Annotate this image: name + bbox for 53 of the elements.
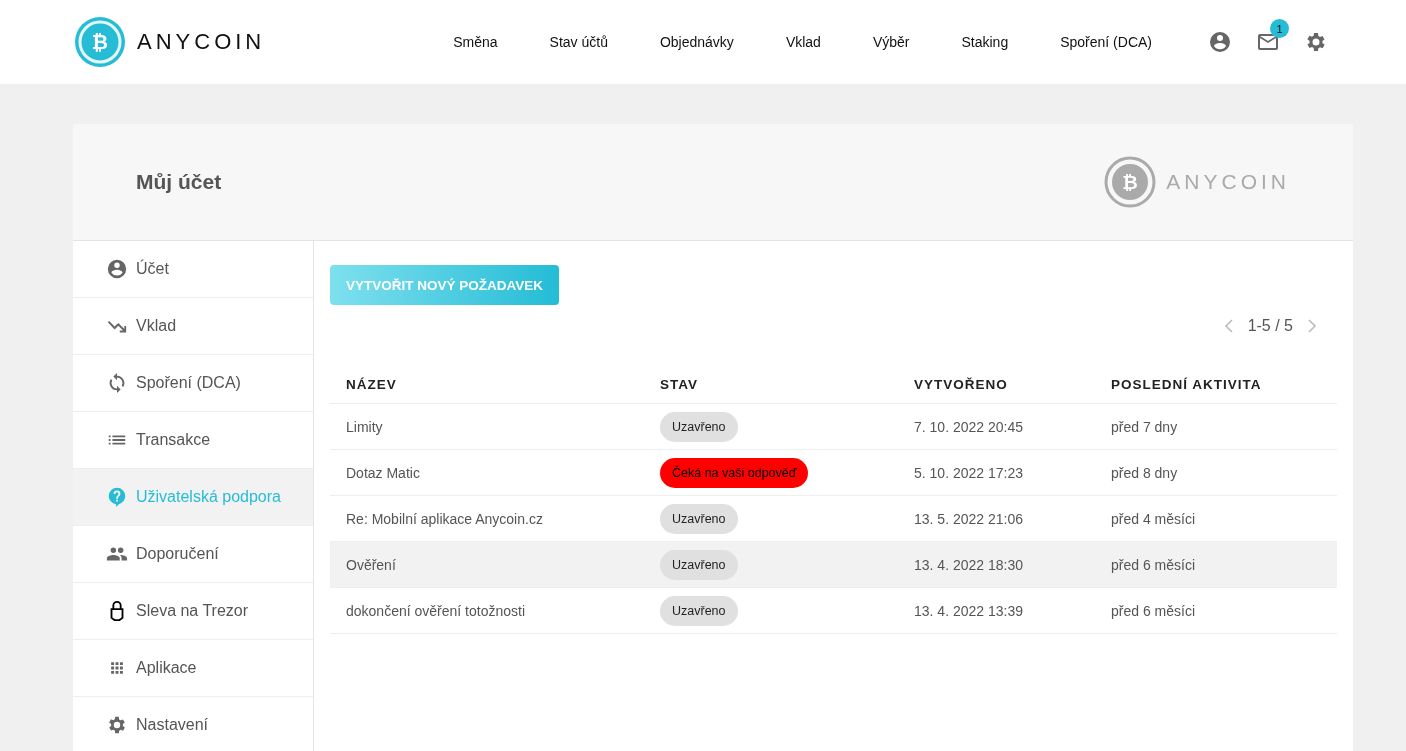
sidebar-item[interactable]: Aplikace	[73, 640, 313, 697]
sidebar-item[interactable]: Účet	[73, 241, 313, 298]
help-icon	[106, 486, 128, 508]
status-badge: Uzavřeno	[660, 411, 738, 442]
table-cell: Ověření	[346, 556, 396, 573]
column-header: STAV	[659, 376, 699, 392]
nav-link[interactable]: Směna	[453, 34, 498, 50]
status-badge: Čeká na vaši odpověď	[660, 457, 809, 488]
table-cell: Re: Mobilní aplikace Anycoin.cz	[346, 510, 543, 527]
nav-link[interactable]: Spoření (DCA)	[1060, 34, 1152, 50]
table-cell: před 6 měsíci	[1111, 602, 1196, 619]
bitcoin-logo-icon: ₿	[1104, 156, 1157, 208]
logo-text: ANYCOIN	[137, 29, 266, 55]
logo-text: ANYCOIN	[1166, 170, 1290, 194]
table-cell: 5. 10. 2022 17:23	[914, 464, 1023, 481]
column-header: POSLEDNÍ AKTIVITA	[1110, 376, 1263, 392]
notification-badge: 1	[1270, 19, 1289, 38]
sidebar-item[interactable]: Spoření (DCA)	[73, 355, 313, 412]
table-row[interactable]: Ověření Uzavřeno 13. 4. 2022 18:30 před 6 měsíci	[330, 542, 1337, 588]
column-header: VYTVOŘENO	[913, 376, 1009, 392]
table-cell: 13. 4. 2022 18:30	[914, 556, 1023, 573]
account-icon[interactable]	[1208, 30, 1232, 54]
table-cell: Limity	[346, 418, 383, 435]
sidebar-item[interactable]: Vklad	[73, 298, 313, 355]
nav-link[interactable]: Objednávky	[659, 34, 734, 50]
bitcoin-logo-icon: ₿	[73, 15, 127, 69]
table-row[interactable]: Limity Uzavřeno 7. 10. 2022 20:45 před 7 dny	[330, 404, 1337, 450]
status-badge: Uzavřeno	[660, 549, 738, 580]
table-cell: před 7 dny	[1111, 418, 1178, 435]
nav-link[interactable]: Stav účtů	[549, 34, 608, 50]
sidebar-item[interactable]: Doporučení	[73, 526, 313, 583]
table-row[interactable]: dokončení ověření totožnosti Uzavřeno 13. 4. 2022 13:39 před 6 měsíci	[330, 588, 1337, 634]
nav-link[interactable]: Vklad	[785, 34, 821, 50]
table-cell: před 6 měsíci	[1111, 556, 1196, 573]
person-icon	[106, 258, 128, 280]
pagination-count: 1-5 / 5	[1247, 317, 1293, 335]
table-cell: 13. 5. 2022 21:06	[914, 510, 1023, 527]
status-badge: Uzavřeno	[660, 503, 738, 534]
status-badge: Uzavřeno	[660, 595, 738, 626]
column-header: NÁZEV	[345, 376, 398, 392]
table-cell: před 8 dny	[1111, 464, 1178, 481]
nav-link[interactable]: Staking	[961, 34, 1009, 50]
sidebar-item[interactable]: Nastavení	[73, 697, 313, 751]
page-title: Můj účet	[136, 170, 222, 194]
table-cell: 7. 10. 2022 20:45	[914, 418, 1023, 435]
table-cell: 13. 4. 2022 13:39	[914, 602, 1023, 619]
sidebar-item[interactable]: Sleva na Trezor	[73, 583, 313, 640]
table-cell: dokončení ověření totožnosti	[346, 602, 525, 619]
nav-link[interactable]: Výběr	[872, 34, 910, 50]
table-row[interactable]: Dotaz Matic Čeká na vaši odpověď 5. 10. 2022 17:23 před 8 dny	[330, 450, 1337, 496]
table-cell: Dotaz Matic	[346, 464, 420, 481]
settings-icon	[106, 714, 128, 736]
table-cell: před 4 měsíci	[1111, 510, 1196, 527]
